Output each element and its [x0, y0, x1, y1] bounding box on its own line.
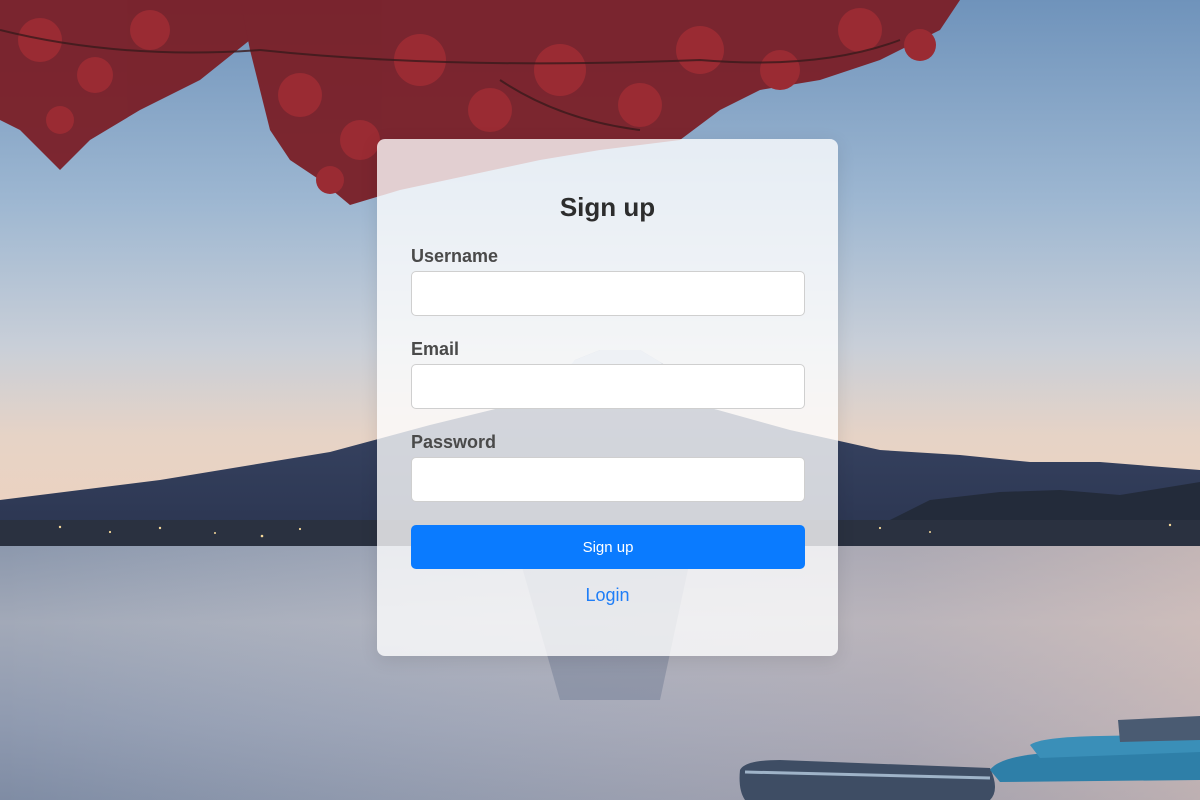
- username-field-group: Username: [411, 245, 805, 316]
- email-label: Email: [411, 339, 460, 359]
- password-field-group: Password: [411, 431, 805, 502]
- signup-card: Sign up Username Email Password Sign up …: [377, 139, 838, 656]
- username-label: Username: [411, 246, 499, 266]
- login-link[interactable]: Login: [411, 585, 804, 606]
- signup-title: Sign up: [559, 192, 656, 222]
- email-field-group: Email: [411, 338, 805, 409]
- username-input[interactable]: [411, 271, 805, 316]
- password-label: Password: [411, 432, 497, 452]
- signup-button[interactable]: Sign up: [411, 525, 805, 569]
- password-input[interactable]: [411, 457, 805, 502]
- email-input[interactable]: [411, 364, 805, 409]
